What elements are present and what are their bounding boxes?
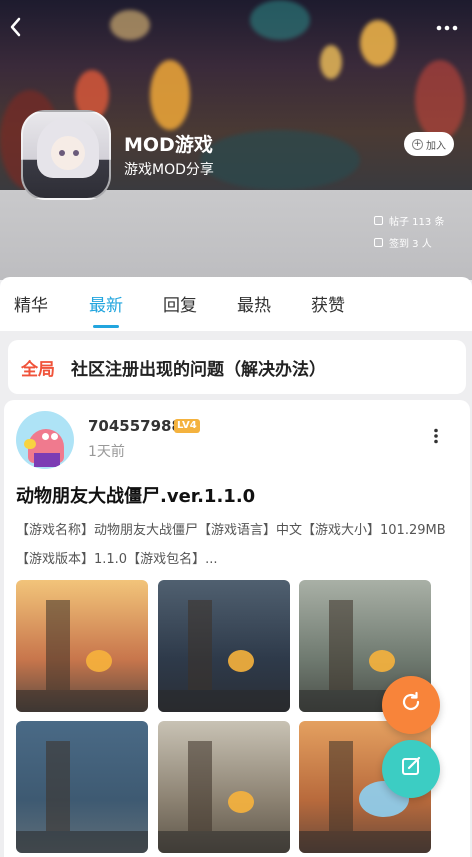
user-avatar[interactable] (16, 411, 74, 469)
tab-bar: 精华 最新 回复 最热 获赞 (0, 277, 472, 331)
pinned-post[interactable]: 全局 社区注册出现的问题（解决办法） (8, 340, 466, 394)
game-screenshot-4[interactable] (16, 721, 148, 853)
post-username[interactable]: 704557988 (88, 417, 182, 435)
tab-hottest[interactable]: 最热 (237, 291, 271, 316)
tab-featured[interactable]: 精华 (14, 291, 48, 316)
compose-button[interactable] (382, 740, 440, 798)
club-name: MOD游戏 (124, 134, 213, 156)
checkin-icon (374, 238, 383, 247)
post-title[interactable]: 动物朋友大战僵尸.ver.1.1.0 (16, 482, 255, 508)
join-button[interactable]: + 加入 (404, 132, 454, 156)
checkin-label: 签到 3 人 (389, 239, 432, 250)
refresh-icon (400, 691, 422, 719)
tab-latest[interactable]: 最新 (89, 291, 123, 316)
post-count-icon (374, 216, 383, 225)
level-badge: LV4 (174, 419, 200, 433)
club-description: 游戏MOD分享 (124, 162, 214, 178)
compose-icon (400, 755, 422, 783)
post-more-icon[interactable] (430, 428, 442, 444)
post-time: 1天前 (88, 444, 125, 460)
pinned-title: 社区注册出现的问题（解决办法） (71, 359, 326, 380)
post-count-label: 帖子 113 条 (389, 217, 445, 228)
post-count-stat: 帖子 113 条 (374, 213, 444, 228)
post-excerpt: 【游戏名称】动物朋友大战僵尸【游戏语言】中文【游戏大小】101.29MB【游戏版… (16, 523, 446, 567)
checkin-stat: 签到 3 人 (374, 235, 432, 250)
pinned-tag: 全局 (21, 359, 55, 380)
game-screenshot-1[interactable] (16, 580, 148, 712)
club-avatar (21, 110, 111, 200)
game-screenshot-2[interactable] (158, 580, 290, 712)
plus-icon: + (412, 138, 423, 150)
back-arrow-icon[interactable] (8, 16, 32, 42)
tab-active-indicator (93, 325, 119, 328)
game-screenshot-5[interactable] (158, 721, 290, 853)
tab-replies[interactable]: 回复 (163, 291, 197, 316)
more-dots-icon[interactable] (436, 16, 462, 40)
tab-most-liked[interactable]: 获赞 (311, 291, 345, 316)
refresh-button[interactable] (382, 676, 440, 734)
join-label: 加入 (426, 140, 446, 152)
